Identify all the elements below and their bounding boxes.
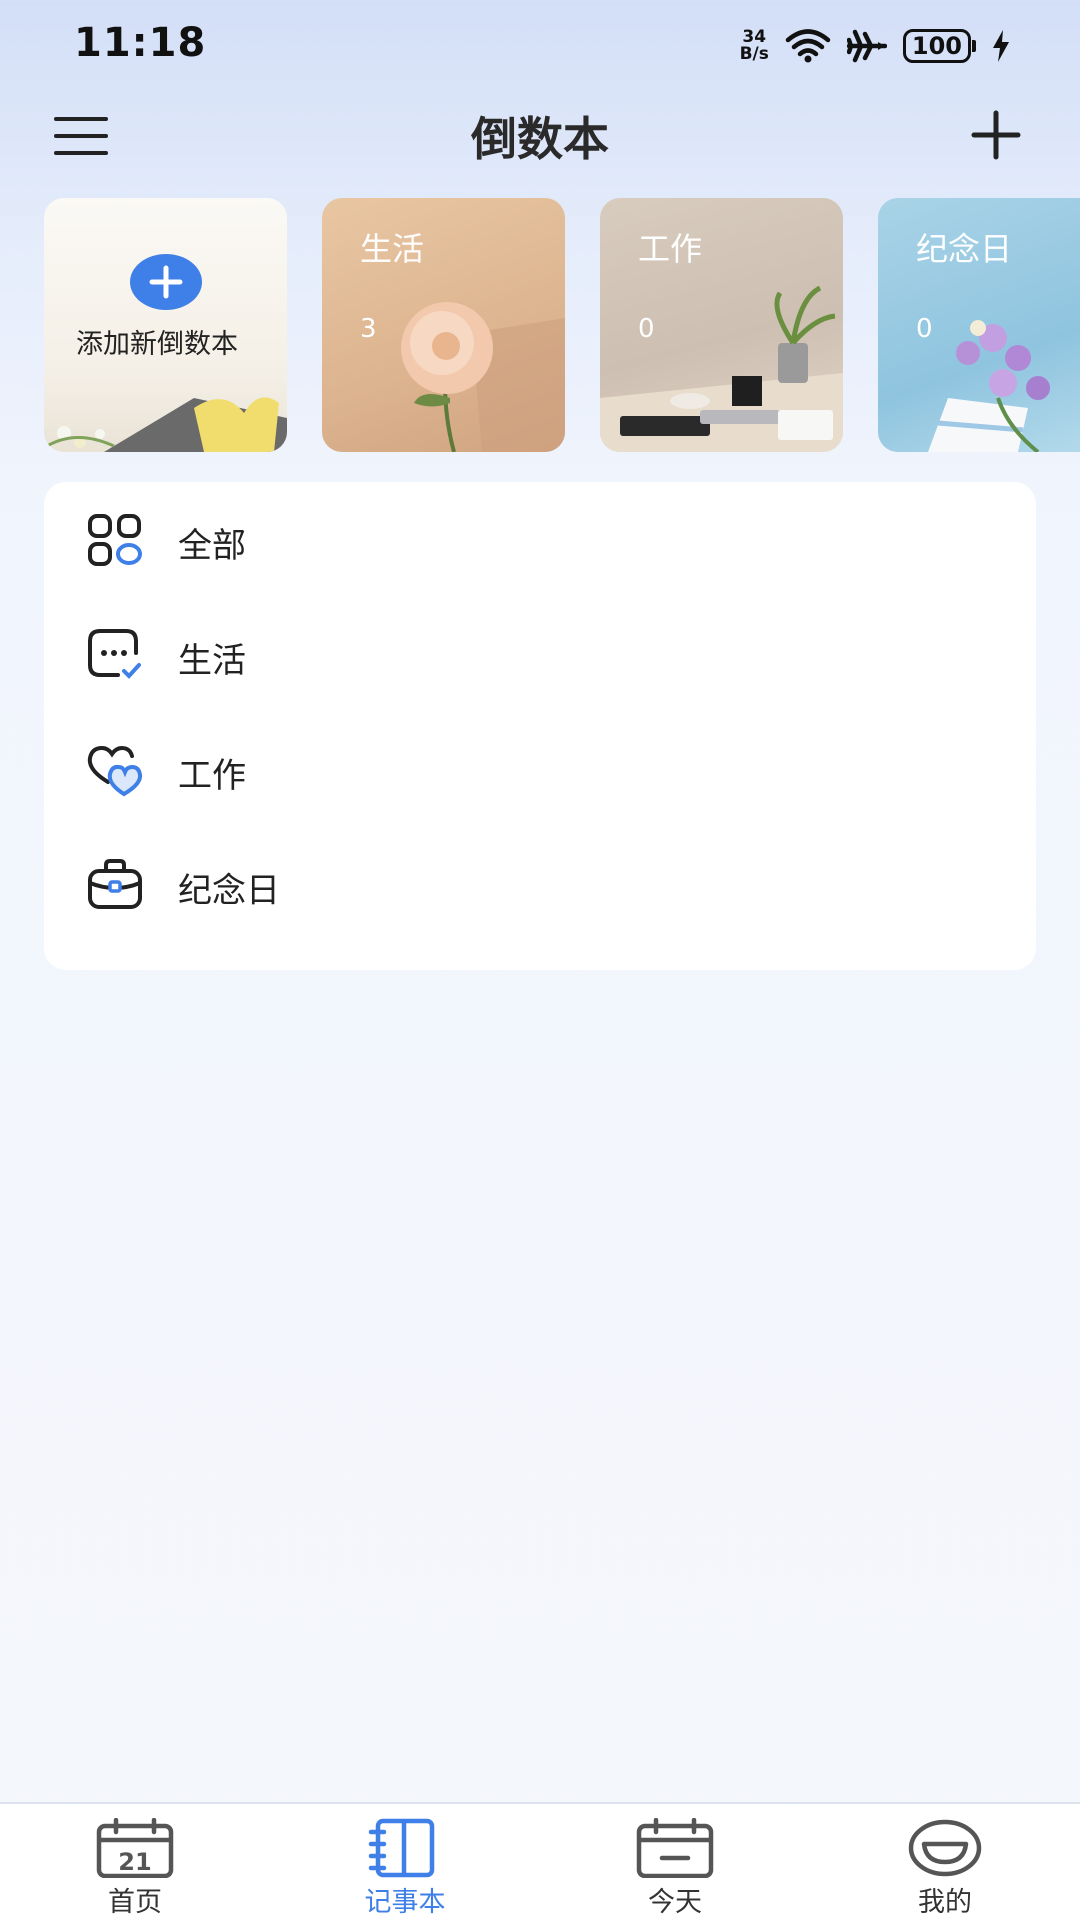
list-item-label: 工作 (178, 756, 246, 796)
paper-gift-decoration (44, 397, 287, 452)
category-card-anniversary[interactable]: 纪念日 0 (878, 198, 1080, 452)
nav-home[interactable]: 21 首页 (0, 1804, 270, 1920)
category-list: 全部 生活 工作 纪念日 (44, 482, 1036, 970)
category-card-count: 0 (916, 314, 933, 344)
plus-icon (971, 110, 1021, 160)
nav-today[interactable]: 今天 (540, 1804, 810, 1920)
list-item-anniversary[interactable]: 纪念日 (44, 827, 1036, 942)
category-card-life[interactable]: 生活 3 (322, 198, 565, 452)
category-card-work[interactable]: 工作 0 (600, 198, 843, 452)
nav-label: 记事本 (364, 1887, 446, 1918)
category-card-count: 0 (638, 314, 655, 344)
grid-apps-icon (88, 514, 142, 566)
chat-check-icon (88, 629, 141, 679)
briefcase-icon (88, 859, 142, 909)
network-speed: 34 B/s (739, 27, 769, 64)
nav-label: 今天 (648, 1887, 702, 1918)
battery-icon: 100 (902, 29, 976, 63)
app-header: 倒数本 (0, 95, 1080, 175)
airplane-icon (846, 29, 887, 63)
list-item-life[interactable]: 生活 (44, 597, 1036, 712)
list-item-label: 全部 (178, 526, 246, 566)
desk-image (600, 285, 843, 452)
add-button[interactable] (970, 109, 1022, 161)
flower-image (401, 302, 565, 452)
charging-icon (993, 30, 1009, 62)
nav-notebook[interactable]: 记事本 (270, 1804, 540, 1920)
status-bar: 11:18 34 B/s 100 (0, 0, 1080, 90)
list-item-work[interactable]: 工作 (44, 712, 1036, 827)
add-countdown-label: 添加新倒数本 (76, 329, 238, 360)
list-item-label: 纪念日 (178, 871, 280, 911)
nav-label: 我的 (918, 1887, 972, 1918)
list-item-all[interactable]: 全部 (44, 482, 1036, 597)
status-icons: 34 B/s 100 (740, 24, 1010, 68)
add-countdown-card[interactable]: 添加新倒数本 (44, 198, 287, 452)
category-card-label: 工作 (638, 230, 703, 268)
category-cards: 添加新倒数本 生活 3 工作 0 纪念日 0 (44, 198, 1080, 454)
calendar-21-icon: 21 (96, 1818, 174, 1878)
hearts-icon (87, 745, 143, 797)
wifi-icon (785, 29, 831, 63)
notebook-icon (368, 1818, 435, 1878)
smile-profile-icon (908, 1819, 982, 1877)
category-card-count: 3 (360, 314, 377, 344)
bottom-navigation: 21 首页 记事本 今天 我的 (0, 1802, 1080, 1920)
nav-label: 首页 (108, 1887, 162, 1918)
calendar-today-icon (636, 1818, 714, 1878)
category-card-label: 纪念日 (916, 230, 1013, 268)
svg-text:21: 21 (118, 1848, 151, 1876)
add-circle-icon (130, 254, 202, 310)
list-item-label: 生活 (178, 641, 246, 681)
nav-profile[interactable]: 我的 (810, 1804, 1080, 1920)
category-card-label: 生活 (360, 230, 425, 268)
page-title: 倒数本 (471, 112, 609, 166)
status-time: 11:18 (74, 20, 207, 66)
